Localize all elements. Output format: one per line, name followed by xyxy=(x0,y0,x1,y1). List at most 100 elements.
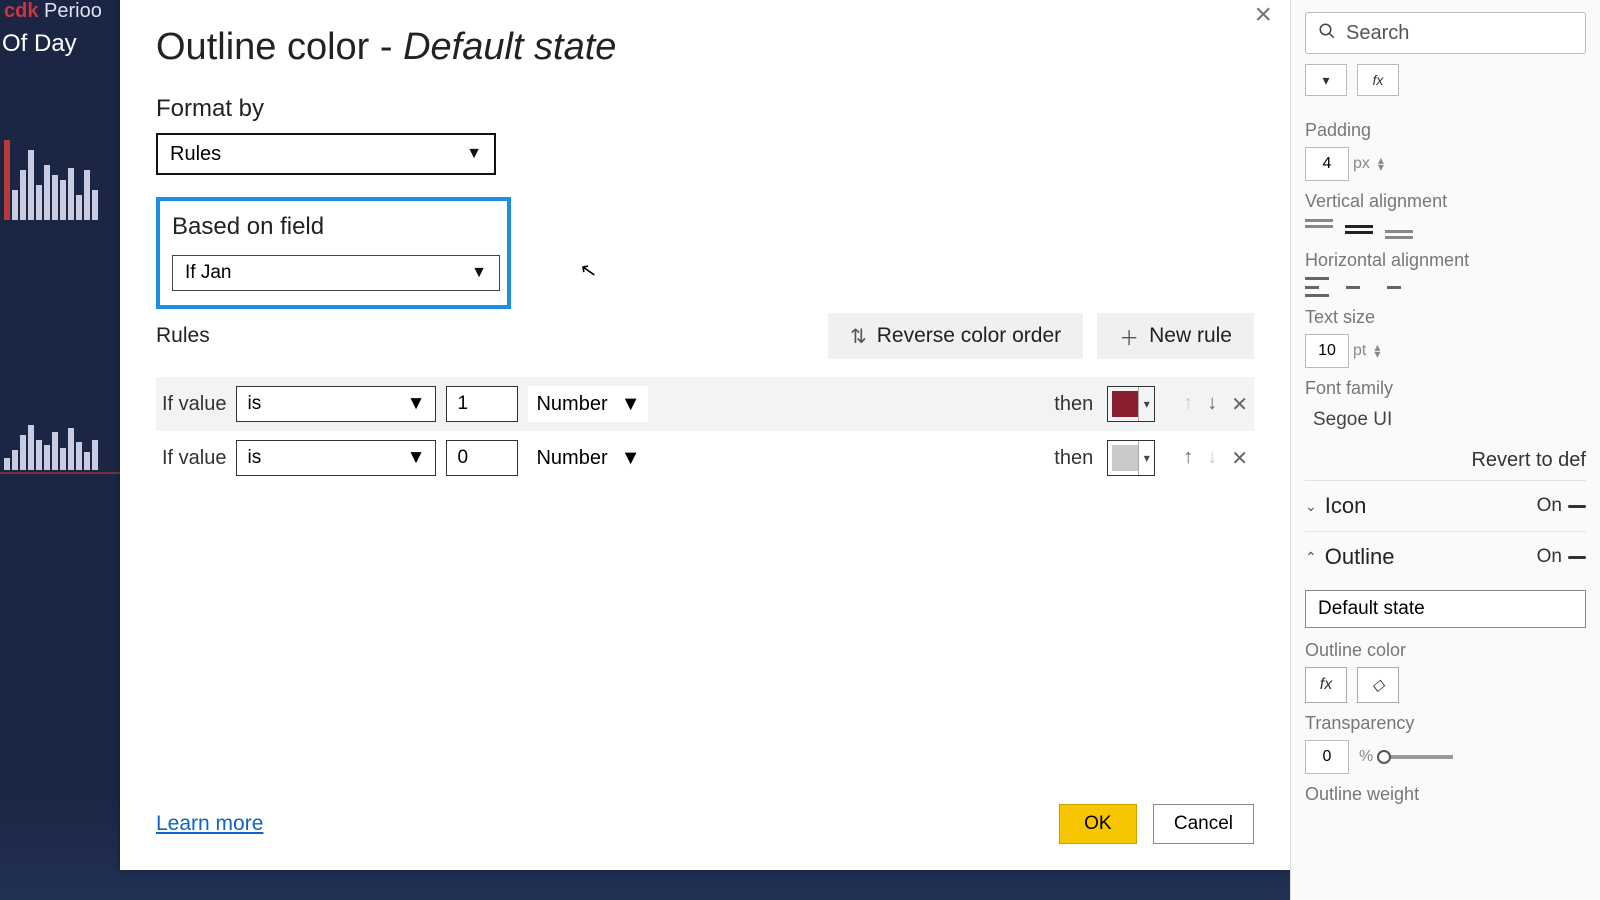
search-input[interactable]: Search xyxy=(1305,12,1586,54)
chevron-down-icon: ▾ xyxy=(1322,72,1329,89)
stepper-icon[interactable]: ▴▾ xyxy=(1374,344,1380,358)
outline-state-select[interactable]: Default state xyxy=(1305,590,1586,628)
rule-operator-select[interactable]: is▼ xyxy=(236,386,436,422)
halign-label: Horizontal alignment xyxy=(1305,250,1586,271)
transparency-input[interactable]: 0 xyxy=(1305,740,1349,774)
format-panel: Search ▾ fx Padding 4 px ▴▾ Vertical ali… xyxy=(1290,0,1600,900)
fx-label: fx xyxy=(1373,72,1384,88)
new-rule-button[interactable]: ＋ New rule xyxy=(1097,313,1254,359)
chevron-down-icon: ▾ xyxy=(1138,441,1154,475)
rule-operator-select[interactable]: is▼ xyxy=(236,440,436,476)
move-up-icon: ↑ xyxy=(1183,392,1193,417)
outline-color-label: Outline color xyxy=(1305,640,1586,661)
font-family-value[interactable]: Segoe UI xyxy=(1305,405,1586,435)
search-icon xyxy=(1318,22,1336,45)
padding-label: Padding xyxy=(1305,120,1586,141)
stepper-icon[interactable]: ▴▾ xyxy=(1378,157,1384,171)
based-on-field-highlight: Based on field If Jan ▼ xyxy=(156,197,511,309)
rule-value-input[interactable] xyxy=(446,386,518,422)
toggle-icon xyxy=(1568,556,1586,559)
then-label: then xyxy=(1054,447,1093,470)
halign-group xyxy=(1305,277,1586,297)
chevron-down-icon: ▼ xyxy=(621,447,641,470)
search-placeholder: Search xyxy=(1346,22,1409,45)
of-day-label: Of Day xyxy=(0,30,120,58)
valign-bottom-icon[interactable] xyxy=(1385,218,1413,240)
padding-input[interactable]: 4 xyxy=(1305,147,1349,181)
transparency-label: Transparency xyxy=(1305,713,1586,734)
chevron-down-icon: ▼ xyxy=(621,393,641,416)
logo-red: cdk xyxy=(4,0,38,22)
color-swatch xyxy=(1112,445,1138,471)
rule-row: If value is▼ Number▼ then ▾ ↑ ↓ ✕ xyxy=(156,431,1254,485)
transparency-unit: % xyxy=(1359,748,1373,766)
chevron-up-icon: ⌃ xyxy=(1305,549,1317,566)
if-value-label: If value xyxy=(162,447,226,470)
rule-value-input[interactable] xyxy=(446,440,518,476)
rule-row: If value is▼ Number▼ then ▾ ↑ ↓ ✕ xyxy=(156,377,1254,431)
logo-rest: Perioo xyxy=(38,0,101,22)
conditional-formatting-dialog: × Outline color - Default state Format b… xyxy=(120,0,1290,870)
rules-label: Rules xyxy=(156,324,210,348)
dialog-title-sub: Default state xyxy=(403,26,616,68)
format-by-value: Rules xyxy=(170,143,221,166)
dropdown-button[interactable]: ▾ xyxy=(1305,64,1347,96)
based-on-field-select[interactable]: If Jan ▼ xyxy=(172,255,500,291)
font-family-label: Font family xyxy=(1305,378,1586,399)
reverse-color-order-label: Reverse color order xyxy=(877,324,1061,348)
icon-section-header[interactable]: ⌄Icon On xyxy=(1305,480,1586,531)
toggle-icon xyxy=(1568,505,1586,508)
rule-type-select[interactable]: Number▼ xyxy=(528,440,648,476)
move-up-icon[interactable]: ↑ xyxy=(1183,446,1193,471)
text-size-unit: pt xyxy=(1353,342,1366,360)
text-size-label: Text size xyxy=(1305,307,1586,328)
revert-to-default-link[interactable]: Revert to def xyxy=(1305,435,1586,480)
format-by-label: Format by xyxy=(156,95,1254,123)
if-value-label: If value xyxy=(162,393,226,416)
rule-color-picker[interactable]: ▾ xyxy=(1107,386,1155,422)
halign-center-icon[interactable] xyxy=(1341,277,1365,297)
fx-button[interactable]: fx xyxy=(1305,667,1347,703)
rule-color-picker[interactable]: ▾ xyxy=(1107,440,1155,476)
outline-section-header[interactable]: ⌃Outline On xyxy=(1305,531,1586,582)
ok-button[interactable]: OK xyxy=(1059,804,1137,844)
text-size-input[interactable]: 10 xyxy=(1305,334,1349,368)
chevron-down-icon: ▼ xyxy=(471,264,487,282)
sort-icon: ⇅ xyxy=(850,324,867,349)
dialog-title-main: Outline color - xyxy=(156,26,403,68)
valign-group xyxy=(1305,218,1586,240)
padding-unit: px xyxy=(1353,155,1370,173)
rules-list: If value is▼ Number▼ then ▾ ↑ ↓ ✕ If val… xyxy=(156,377,1254,485)
chevron-down-icon: ▼ xyxy=(407,447,426,469)
valign-label: Vertical alignment xyxy=(1305,191,1586,212)
halign-left-icon[interactable] xyxy=(1305,277,1329,297)
fx-button[interactable]: fx xyxy=(1357,64,1399,96)
format-by-select[interactable]: Rules ▼ xyxy=(156,133,496,175)
halign-right-icon[interactable] xyxy=(1377,277,1401,297)
then-label: then xyxy=(1054,393,1093,416)
new-rule-label: New rule xyxy=(1149,324,1232,348)
close-icon[interactable]: ✕ xyxy=(1231,392,1248,417)
valign-middle-icon[interactable] xyxy=(1345,218,1373,240)
cancel-button[interactable]: Cancel xyxy=(1153,804,1254,844)
chevron-down-icon: ▼ xyxy=(407,393,426,415)
cursor-icon: ↖ xyxy=(578,257,599,285)
background-chart-left: cdk Perioo Of Day xyxy=(0,0,120,900)
erase-icon[interactable]: ◇ xyxy=(1357,667,1399,703)
transparency-slider[interactable] xyxy=(1383,755,1453,759)
rule-type-select[interactable]: Number▼ xyxy=(528,386,648,422)
plus-icon: ＋ xyxy=(1119,322,1139,351)
learn-more-link[interactable]: Learn more xyxy=(156,812,263,836)
valign-top-icon[interactable] xyxy=(1305,218,1333,240)
reverse-color-order-button[interactable]: ⇅ Reverse color order xyxy=(828,313,1083,359)
chevron-down-icon: ⌄ xyxy=(1305,498,1317,515)
move-down-icon: ↓ xyxy=(1207,446,1217,471)
chevron-down-icon: ▼ xyxy=(466,145,482,163)
dialog-title: Outline color - Default state xyxy=(156,26,1254,69)
close-icon[interactable]: ✕ xyxy=(1231,446,1248,471)
chevron-down-icon: ▾ xyxy=(1138,387,1154,421)
based-on-field-value: If Jan xyxy=(185,262,231,284)
close-icon[interactable]: × xyxy=(1254,0,1272,30)
color-swatch xyxy=(1112,391,1138,417)
move-down-icon[interactable]: ↓ xyxy=(1207,392,1217,417)
